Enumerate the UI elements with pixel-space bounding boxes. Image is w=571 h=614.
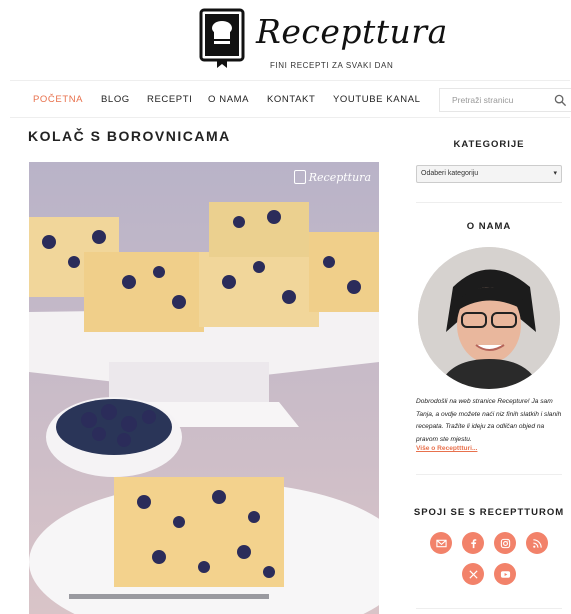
search-box <box>439 88 571 112</box>
image-watermark: Recepttura <box>293 170 371 184</box>
instagram-icon[interactable] <box>494 532 516 554</box>
social-title: SPOJI SE S RECEPTTUROM <box>413 507 565 518</box>
nav-item-recepti[interactable]: RECEPTI <box>147 94 192 105</box>
about-text: Dobrodošli na web stranice Recepture! Ja… <box>416 398 562 443</box>
facebook-icon[interactable] <box>462 532 484 554</box>
sidebar-divider <box>416 608 562 609</box>
nav-item-o-nama[interactable]: O NAMA <box>208 94 249 105</box>
avatar <box>418 247 560 389</box>
x-icon[interactable] <box>462 563 484 585</box>
sidebar-divider <box>416 202 562 203</box>
nav-item-youtube[interactable]: YOUTUBE KANAL <box>333 94 421 105</box>
sidebar-divider <box>416 474 562 475</box>
category-select[interactable]: Odaberi kategoriju ▾ <box>416 165 562 183</box>
about-title: O NAMA <box>466 221 512 232</box>
post-featured-image[interactable]: Recepttura <box>29 162 379 614</box>
search-icon[interactable] <box>554 94 567 107</box>
site-header: Recepttura FINI RECEPTI ZA SVAKI DAN <box>0 0 571 78</box>
nav-item-blog[interactable]: BLOG <box>101 94 130 105</box>
tagline: FINI RECEPTI ZA SVAKI DAN <box>270 61 394 70</box>
post-title: KOLAČ S BOROVNICAMA <box>28 128 231 144</box>
nav-item-pocetna[interactable]: POČETNA <box>33 94 83 105</box>
rss-icon[interactable] <box>526 532 548 554</box>
about-more-link[interactable]: Više o Recepttturi... <box>416 445 477 452</box>
youtube-icon[interactable] <box>494 563 516 585</box>
logo-text[interactable]: Recepttura <box>256 12 448 51</box>
watermark-logo-icon <box>293 170 306 184</box>
chevron-down-icon: ▾ <box>553 170 557 177</box>
watermark-text: Recepttura <box>308 170 371 184</box>
blueberry-cake-illustration <box>29 162 379 614</box>
email-icon[interactable] <box>430 532 452 554</box>
main-nav: POČETNA BLOG RECEPTI O NAMA KONTAKT YOUT… <box>10 80 571 118</box>
nav-item-kontakt[interactable]: KONTAKT <box>267 94 315 105</box>
search-input[interactable] <box>440 89 550 111</box>
author-portrait-illustration <box>418 247 560 389</box>
categories-title: KATEGORIJE <box>453 139 525 150</box>
logo-icon[interactable] <box>199 8 247 68</box>
category-select-value: Odaberi kategoriju <box>421 170 479 177</box>
